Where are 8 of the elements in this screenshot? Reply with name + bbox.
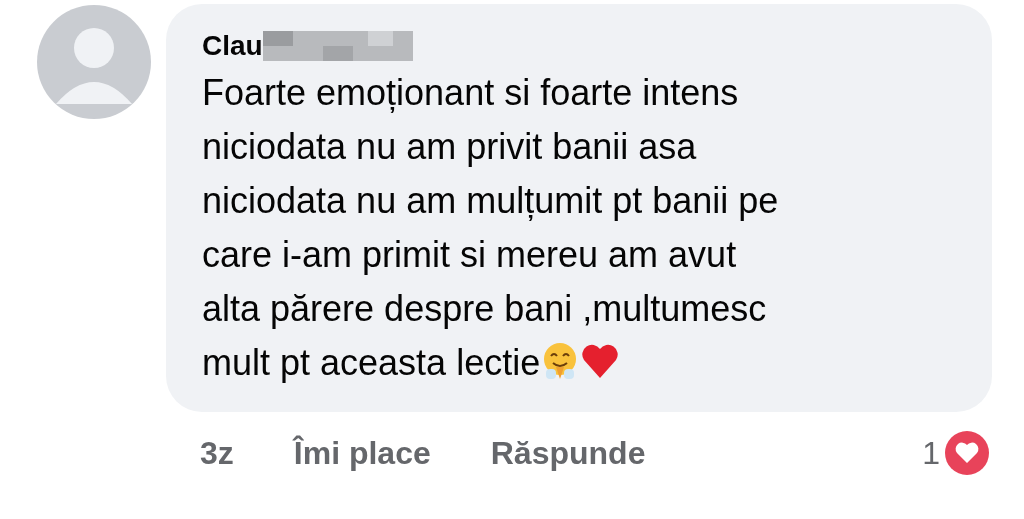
love-reaction-icon [944, 430, 990, 476]
author-name[interactable]: Clau [202, 30, 263, 62]
like-link[interactable]: Îmi place [293, 434, 431, 472]
reply-link[interactable]: Răspunde [490, 434, 646, 472]
avatar[interactable] [36, 4, 152, 120]
timestamp: 3z [200, 434, 234, 472]
reaction-count: 1 [922, 434, 940, 472]
comment-text: Foarte emoționant si foarte intens niciodata nu am privit banii asa niciodata nu am mulțumit pt banii pe care i-am primit si mereu am avut alta părere despre bani ,multumesc mult pt aceasta lectie [202, 71, 780, 385]
